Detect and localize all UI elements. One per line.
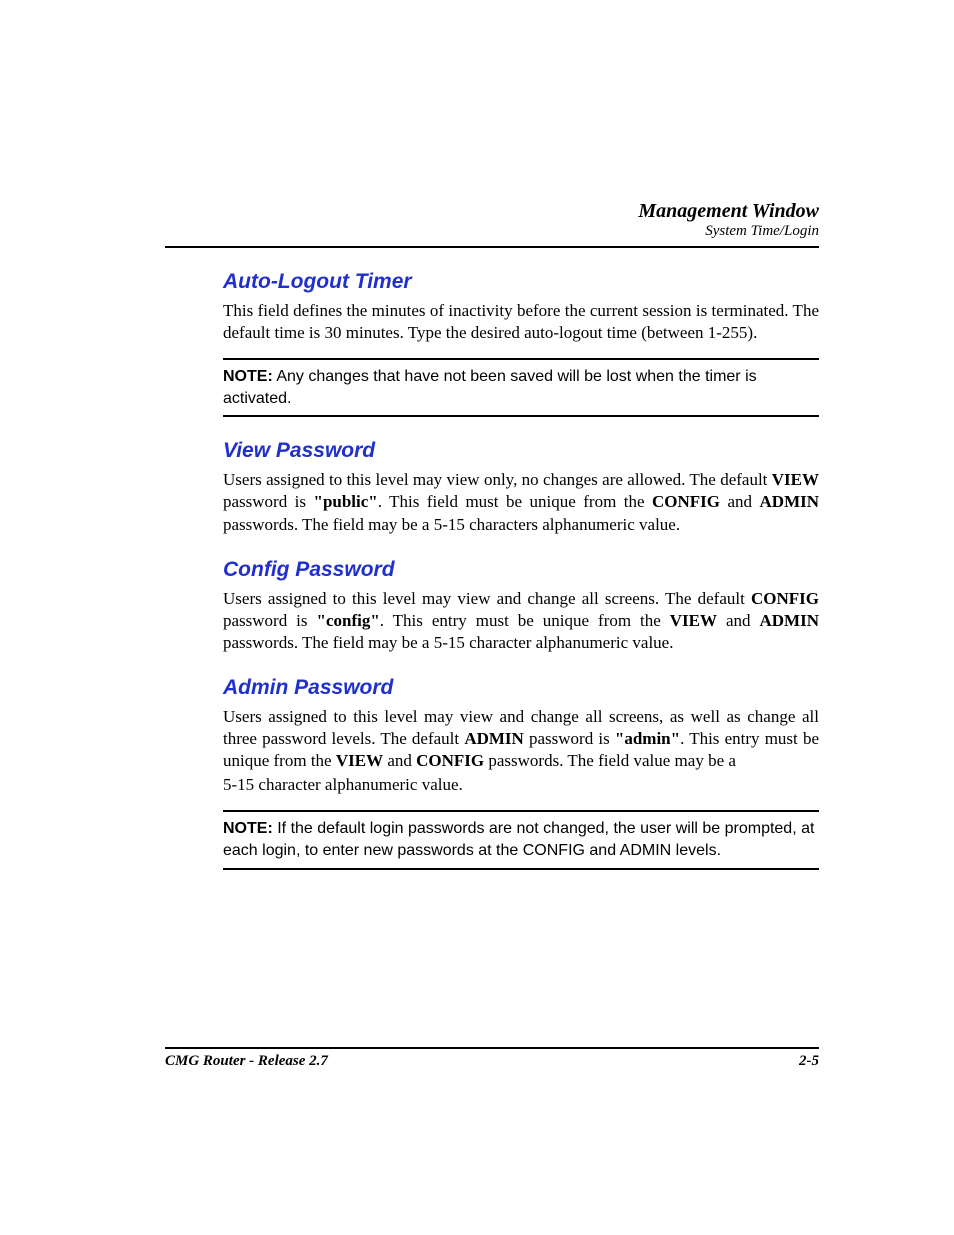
- section-title-config-password: Config Password: [223, 558, 819, 582]
- text-run: and: [383, 751, 416, 770]
- text-run: Users assigned to this level may view an…: [223, 589, 751, 608]
- bold-run: VIEW: [336, 751, 383, 770]
- footer-right: 2-5: [799, 1053, 819, 1070]
- section-title-view-password: View Password: [223, 439, 819, 463]
- text-run: password is: [223, 611, 317, 630]
- text-run: password is: [223, 492, 314, 511]
- bold-run: "config": [317, 611, 380, 630]
- admin-password-text-2: 5-15 character alphanumeric value.: [223, 774, 819, 796]
- content-area: Auto-Logout Timer This field defines the…: [165, 270, 819, 870]
- section-title-auto-logout: Auto-Logout Timer: [223, 270, 819, 294]
- note-text: If the default login passwords are not c…: [223, 820, 814, 859]
- note-label: NOTE:: [223, 820, 273, 837]
- header-subtitle: System Time/Login: [165, 223, 819, 240]
- text-run: passwords. The field may be a 5-15 chara…: [223, 515, 680, 534]
- bold-run: CONFIG: [751, 589, 819, 608]
- note-label: NOTE:: [223, 368, 273, 385]
- bold-run: "admin": [615, 729, 680, 748]
- page-footer: CMG Router - Release 2.7 2-5: [165, 1047, 819, 1070]
- bold-run: "public": [314, 492, 378, 511]
- text-run: . This entry must be unique from the: [380, 611, 670, 630]
- view-password-text: Users assigned to this level may view on…: [223, 469, 819, 535]
- bold-run: ADMIN: [760, 492, 820, 511]
- text-run: passwords. The field value may be a: [484, 751, 736, 770]
- admin-password-text: Users assigned to this level may view an…: [223, 706, 819, 772]
- text-run: passwords. The field may be a 5-15 chara…: [223, 633, 673, 652]
- note-auto-logout: NOTE: Any changes that have not been sav…: [223, 358, 819, 417]
- text-run: and: [720, 492, 760, 511]
- bold-run: VIEW: [670, 611, 717, 630]
- auto-logout-text: This field defines the minutes of inacti…: [223, 300, 819, 344]
- text-run: and: [717, 611, 759, 630]
- bold-run: ADMIN: [760, 611, 820, 630]
- bold-run: VIEW: [772, 470, 819, 489]
- page-header: Management Window System Time/Login: [165, 200, 819, 240]
- config-password-text: Users assigned to this level may view an…: [223, 588, 819, 654]
- text-run: password is: [524, 729, 615, 748]
- text-run: . This field must be unique from the: [378, 492, 652, 511]
- header-title: Management Window: [165, 200, 819, 223]
- note-admin-password: NOTE: If the default login passwords are…: [223, 810, 819, 869]
- header-rule: [165, 246, 819, 248]
- note-text: Any changes that have not been saved wil…: [223, 368, 757, 407]
- text-run: Users assigned to this level may view on…: [223, 470, 772, 489]
- section-title-admin-password: Admin Password: [223, 676, 819, 700]
- bold-run: CONFIG: [416, 751, 484, 770]
- bold-run: ADMIN: [464, 729, 524, 748]
- footer-left: CMG Router - Release 2.7: [165, 1053, 328, 1070]
- bold-run: CONFIG: [652, 492, 720, 511]
